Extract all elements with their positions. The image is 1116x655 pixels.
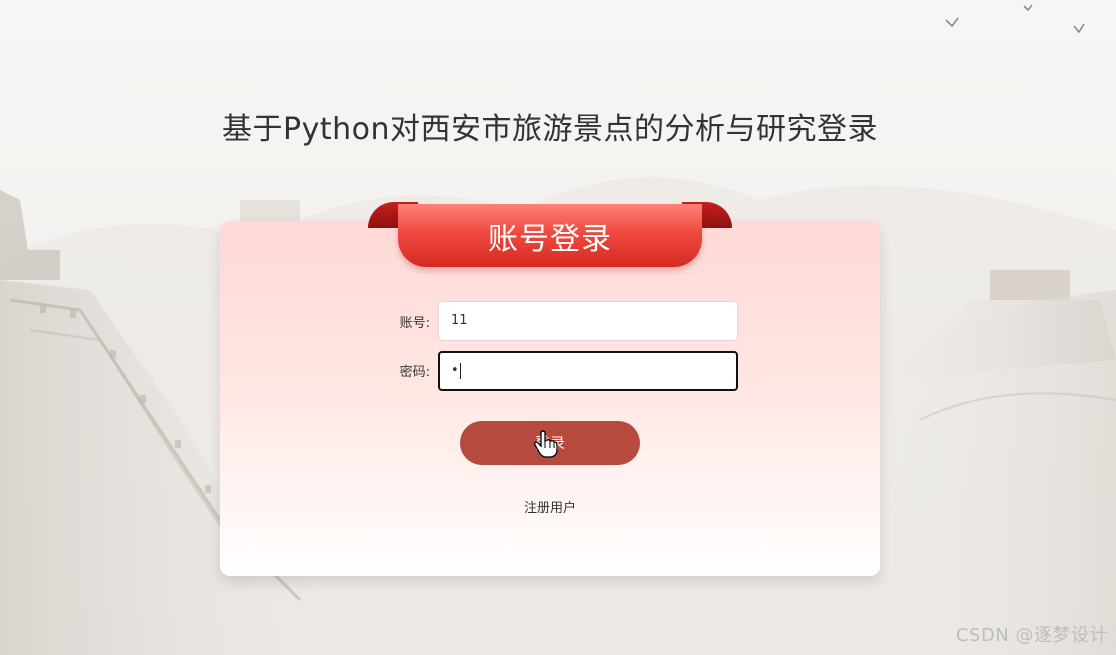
flying-bird-icon bbox=[945, 4, 1085, 34]
login-card bbox=[220, 221, 880, 576]
account-input[interactable]: 11 bbox=[438, 301, 738, 341]
hand-pointer-icon bbox=[534, 430, 558, 458]
account-label: 账号: bbox=[399, 316, 430, 331]
register-link[interactable]: 注册用户 bbox=[500, 497, 600, 516]
password-label: 密码: bbox=[399, 365, 430, 380]
login-header-ribbon: 账号登录 bbox=[368, 200, 732, 270]
watermark: CSDN @逐梦设计 bbox=[955, 625, 1108, 646]
account-input-value: 11 bbox=[451, 313, 468, 328]
login-card-title: 账号登录 bbox=[488, 222, 612, 257]
page-title: 基于Python对西安市旅游景点的分析与研究登录 bbox=[222, 112, 878, 147]
password-input[interactable]: • bbox=[438, 351, 738, 391]
text-caret bbox=[459, 362, 461, 379]
password-input-value: • bbox=[451, 363, 459, 378]
login-page: 基于Python对西安市旅游景点的分析与研究登录 账号登录 账号: 11 密码:… bbox=[0, 0, 1116, 655]
